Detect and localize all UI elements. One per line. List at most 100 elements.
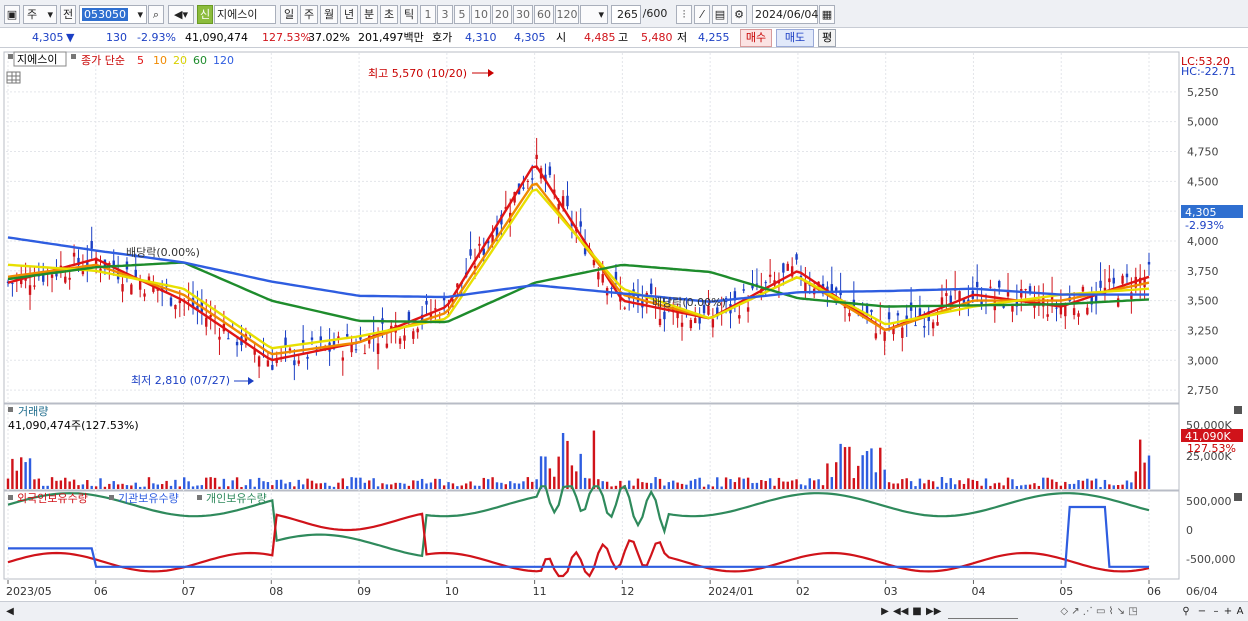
close-icon[interactable]: [1234, 493, 1242, 501]
volume-bar: [227, 486, 230, 489]
period-select[interactable]: 주 ▾: [23, 5, 57, 24]
candle-body: [1086, 307, 1089, 315]
volume-bar: [958, 480, 961, 489]
ma-60-label: 60: [193, 54, 207, 67]
calendar-icon[interactable]: ▦: [819, 5, 835, 24]
chart-area[interactable]: 지에스이 종가 단순 5 10 20 60 120 LC:53.20 HC:-2…: [0, 50, 1248, 621]
chart-scrollbar[interactable]: ◀ ▶ ◀◀ ■ ▶▶ ◇ ↗ ⋰ ▭ ⌇ ↘ ◳ ⚲ − – + A: [0, 601, 1248, 621]
search-icon[interactable]: ⌕: [148, 5, 164, 24]
play-icon[interactable]: ▶: [880, 605, 890, 619]
volume-bar: [266, 482, 270, 489]
save-icon[interactable]: ▤: [712, 5, 728, 24]
candle-body: [403, 335, 406, 341]
drawing-tools-icon[interactable]: ◇ ↗ ⋰ ▭ ⌇ ↘ ◳: [1024, 605, 1174, 619]
eval-button[interactable]: 평: [818, 29, 836, 47]
line-tool-icon[interactable]: ⁄: [694, 5, 710, 24]
volume-bar: [495, 482, 499, 489]
volume-bar: [55, 480, 58, 489]
panel-marker-icon: [8, 54, 13, 59]
gear-icon[interactable]: ⚙: [731, 5, 747, 24]
candle-body: [416, 328, 419, 333]
table-icon[interactable]: [6, 71, 21, 84]
fast-forward-icon[interactable]: ▶▶: [926, 605, 941, 619]
interval-60[interactable]: 60: [534, 5, 554, 24]
volume-bar: [544, 456, 547, 489]
tab-second[interactable]: 초: [380, 5, 398, 24]
interval-5[interactable]: 5: [454, 5, 470, 24]
volume-bar: [812, 480, 816, 489]
stop-icon[interactable]: ■: [911, 605, 923, 619]
minus-icon[interactable]: −: [1196, 605, 1208, 619]
interval-3[interactable]: 3: [437, 5, 453, 24]
candle-body: [689, 319, 693, 329]
zoom-slider[interactable]: [948, 605, 1018, 619]
plus-icon[interactable]: +: [1222, 605, 1234, 619]
volume-bar: [566, 440, 569, 489]
change-percent: -2.93%: [137, 31, 176, 44]
date-input[interactable]: 2024/06/04: [752, 5, 818, 24]
candle-body: [1116, 298, 1120, 307]
tab-yearly[interactable]: 년: [340, 5, 358, 24]
volume-bar: [716, 477, 719, 489]
candle-body: [346, 334, 349, 337]
volume-bar: [323, 482, 327, 489]
interval-1[interactable]: 1: [420, 5, 436, 24]
zoom-icon[interactable]: ⚲: [1180, 605, 1192, 619]
interval-20[interactable]: 20: [492, 5, 512, 24]
volume-bar: [839, 443, 842, 489]
tab-monthly[interactable]: 월: [320, 5, 338, 24]
tab-minute[interactable]: 분: [360, 5, 378, 24]
window-icon[interactable]: ▣: [4, 5, 20, 24]
volume-bar: [271, 485, 274, 489]
candle-body: [870, 309, 873, 313]
volume-bar: [1099, 486, 1102, 489]
volume-bar: [209, 477, 212, 489]
stock-chart[interactable]: 지에스이 종가 단순 5 10 20 60 120 LC:53.20 HC:-2…: [0, 50, 1248, 601]
tab-weekly[interactable]: 주: [300, 5, 318, 24]
font-size-icon[interactable]: A: [1234, 605, 1246, 619]
volume-bar: [390, 484, 393, 489]
foreign-holding-label: 외국인보유수량: [17, 492, 88, 505]
volume-title: 거래량: [18, 405, 48, 418]
tab-daily[interactable]: 일: [280, 5, 298, 24]
volume-bar: [667, 482, 671, 489]
ask-price-1: 4,310: [465, 31, 497, 44]
volume-bar: [143, 486, 146, 489]
interval-10[interactable]: 10: [471, 5, 491, 24]
volume-bar: [971, 479, 974, 489]
candle-body: [398, 338, 402, 344]
scroll-left-icon[interactable]: ◀: [4, 605, 16, 619]
volume-bar: [1064, 481, 1067, 489]
volume-bar: [998, 482, 1001, 489]
interval-dropdown[interactable]: ▾: [580, 5, 608, 24]
candle-body: [610, 287, 613, 289]
volume-bar: [20, 457, 23, 489]
candle-body: [478, 243, 481, 246]
dash-icon[interactable]: –: [1210, 605, 1222, 619]
buy-button[interactable]: 매수: [740, 29, 772, 47]
price-tick-label: 3,500: [1187, 295, 1219, 308]
sell-button[interactable]: 매도: [776, 29, 814, 47]
interval-120[interactable]: 120: [555, 5, 579, 24]
speaker-icon[interactable]: ◀▾: [168, 5, 194, 24]
tab-tick[interactable]: 틱: [400, 5, 418, 24]
x-axis-label: 2023/05: [6, 585, 52, 598]
code-input[interactable]: 053050 ▾: [79, 5, 147, 24]
prev-button[interactable]: 전: [60, 5, 76, 24]
volume-bar: [253, 486, 256, 489]
volume-bar: [244, 485, 248, 489]
candle-body: [887, 312, 891, 320]
current-pct-tag: -2.93%: [1185, 219, 1224, 232]
interval-30[interactable]: 30: [513, 5, 533, 24]
candle-body: [1099, 280, 1102, 288]
count-input[interactable]: 265: [611, 5, 641, 24]
volume-bar: [482, 477, 485, 489]
chevron-down-icon: ▾: [137, 8, 143, 21]
stock-name-field[interactable]: 지에스이: [214, 5, 276, 24]
x-axis-label: 06: [94, 585, 108, 598]
ma-label: 종가 단순: [81, 54, 125, 67]
rewind-icon[interactable]: ◀◀: [893, 605, 908, 619]
close-icon[interactable]: [1234, 406, 1242, 414]
candle-icon[interactable]: ⫶: [676, 5, 692, 24]
volume-bar: [191, 486, 195, 489]
